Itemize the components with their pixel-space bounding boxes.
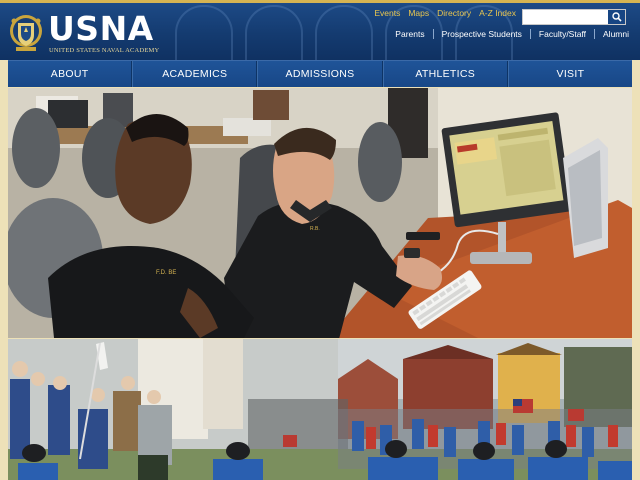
naval-crest-icon (10, 15, 42, 51)
main-navigation: ABOUT ACADEMICS ADMISSIONS ATHLETICS VIS… (8, 60, 632, 87)
hero-nametag-left: F.D. BE (156, 270, 176, 276)
audience-link-parents[interactable]: Parents (395, 29, 424, 39)
nav-item-admissions[interactable]: ADMISSIONS (257, 61, 383, 87)
audience-link-faculty-staff[interactable]: Faculty/Staff (539, 29, 586, 39)
nav-item-visit[interactable]: VISIT (507, 61, 632, 87)
logo-wordmark: USNA (48, 9, 154, 48)
search-button[interactable] (608, 10, 625, 24)
site-header: USNA UNITED STATES NAVAL ACADEMY Events … (0, 3, 640, 60)
header-arch-decoration (245, 5, 303, 60)
hero-nametag-right: R.B. (310, 226, 320, 232)
utility-link-az-index[interactable]: A-Z Index (479, 8, 516, 18)
logo-subtitle: UNITED STATES NAVAL ACADEMY (49, 47, 160, 54)
site-logo-link[interactable]: USNA UNITED STATES NAVAL ACADEMY (8, 9, 160, 59)
search-box (522, 9, 626, 28)
nav-item-about[interactable]: ABOUT (8, 61, 133, 87)
nav-item-athletics[interactable]: ATHLETICS (382, 61, 508, 87)
header-arch-decoration (175, 5, 233, 60)
divider (594, 29, 596, 39)
nav-item-academics[interactable]: ACADEMICS (132, 61, 258, 87)
divider (432, 29, 434, 39)
hero-photo: F.D. BE R.B. (8, 88, 632, 338)
utility-link-maps[interactable]: Maps (408, 8, 429, 18)
audience-link-alumni[interactable]: Alumni (603, 29, 629, 39)
event-photo (8, 339, 632, 480)
audience-links: Parents Prospective Students Faculty/Sta… (395, 29, 629, 39)
divider (529, 29, 531, 39)
audience-link-prospective-students[interactable]: Prospective Students (442, 29, 522, 39)
header-arch-decoration (315, 5, 373, 60)
search-icon (611, 12, 622, 22)
utility-links: Events Maps Directory A-Z Index (374, 8, 516, 18)
utility-link-events[interactable]: Events (374, 8, 400, 18)
utility-link-directory[interactable]: Directory (437, 8, 471, 18)
search-input[interactable] (523, 13, 609, 28)
